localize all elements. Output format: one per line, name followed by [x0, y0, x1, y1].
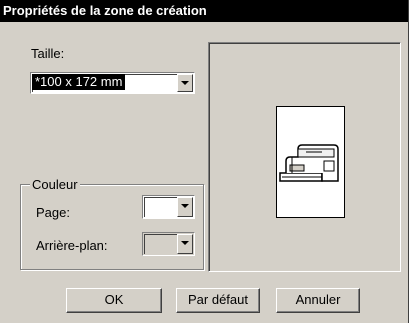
background-color-label: Arrière-plan: [36, 238, 108, 253]
size-dropdown[interactable]: *100 x 172 mm [30, 72, 195, 94]
background-color-dropdown-arrow-icon[interactable] [177, 234, 193, 254]
size-label: Taille: [31, 46, 65, 61]
size-dropdown-arrow-icon[interactable] [177, 74, 193, 92]
page-color-label: Page: [36, 205, 70, 220]
color-group-legend: Couleur [30, 177, 80, 192]
default-button[interactable]: Par défaut [176, 288, 260, 313]
background-color-dropdown[interactable] [142, 232, 195, 256]
size-dropdown-value: *100 x 172 mm [32, 74, 126, 90]
page-color-dropdown[interactable] [142, 195, 195, 219]
page-color-dropdown-arrow-icon[interactable] [177, 197, 193, 217]
sewing-machine-icon [279, 144, 339, 182]
cancel-button[interactable]: Annuler [276, 288, 360, 313]
dialog-title: Propriétés de la zone de création [0, 0, 408, 22]
design-area-properties-dialog: Propriétés de la zone de création Taille… [0, 0, 409, 323]
ok-button[interactable]: OK [66, 288, 162, 313]
